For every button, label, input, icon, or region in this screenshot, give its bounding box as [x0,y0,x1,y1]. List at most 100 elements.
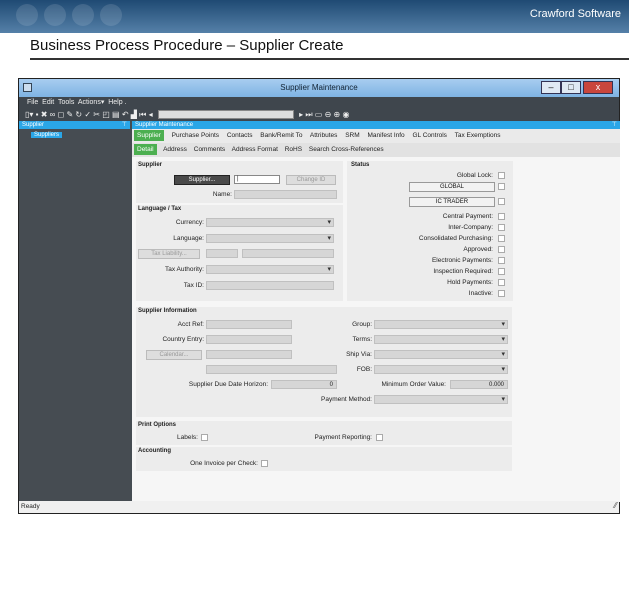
acct-ref-field[interactable] [206,320,292,329]
global-checkbox[interactable] [498,183,505,190]
country-entry-field[interactable] [206,335,292,344]
prev-record-icon[interactable]: ◂ [149,110,153,119]
tab-detail[interactable]: Detail [134,144,157,155]
pin-icon[interactable]: ⊤ [612,121,617,129]
tax-liability-code[interactable] [206,249,238,258]
approved-checkbox[interactable] [498,246,505,253]
one-invoice-checkbox[interactable] [261,460,268,467]
payment-reporting-label: Payment Reporting: [314,434,372,441]
last-record-icon[interactable]: ⏭ [305,110,312,119]
ship-via-dropdown[interactable] [374,350,508,359]
labels-checkbox[interactable] [201,434,208,441]
due-horizon-label: Supplier Due Date Horizon: [188,381,268,388]
consolidated-purchasing-label: Consolidated Purchasing: [418,235,493,242]
menu-help[interactable]: Help . [108,99,126,106]
group-label: Group: [352,321,372,328]
inspection-required-label: Inspection Required: [433,268,493,275]
min-order-field[interactable]: 0.000 [450,380,508,389]
tax-liability-desc[interactable] [242,249,334,258]
tab-contacts[interactable]: Contacts [227,132,253,139]
tab-supplier[interactable]: Supplier [134,130,164,141]
ic-trader-checkbox[interactable] [498,198,505,205]
status-text: Ready [21,503,40,510]
consolidated-purchasing-checkbox[interactable] [498,235,505,242]
resize-grip-icon[interactable]: ⁄⁄ [614,500,617,512]
attachment-icon[interactable]: ▭ [315,110,323,119]
tab-srm[interactable]: SRM [345,132,359,139]
tab-comments[interactable]: Comments [194,146,225,153]
copy-icon[interactable]: ◰ [102,110,110,119]
edit-icon[interactable]: ✎ [66,110,73,119]
record-navigator-combo[interactable] [157,110,294,120]
save-icon[interactable]: ▪ [36,110,39,119]
tax-authority-dropdown[interactable] [206,265,334,274]
tab-search-cross-references[interactable]: Search Cross-References [309,146,384,153]
tab-address-format[interactable]: Address Format [232,146,278,153]
pin-icon[interactable]: ⊤ [122,121,127,129]
new-icon[interactable]: ▯▾ [25,110,33,119]
group-dropdown[interactable] [374,320,508,329]
next-record-icon[interactable]: ▸ [299,110,303,119]
payment-reporting-checkbox[interactable] [376,434,383,441]
supplier-information-group: Supplier Information Acct Ref: Country E… [136,307,512,417]
name-field[interactable] [234,190,337,199]
tab-bank-remit[interactable]: Bank/Remit To [260,132,302,139]
first-record-icon[interactable]: ⏮ [139,110,146,119]
check-icon[interactable]: ✓ [84,110,91,119]
electronic-payments-checkbox[interactable] [498,257,505,264]
inter-company-checkbox[interactable] [498,224,505,231]
currency-dropdown[interactable] [206,218,334,227]
cut-icon[interactable]: ✂ [93,110,100,119]
fob-dropdown[interactable] [374,365,508,374]
menu-file[interactable]: File [27,99,38,106]
help-icon[interactable]: ◉ [342,110,349,119]
terms-dropdown[interactable] [374,335,508,344]
payment-method-dropdown[interactable] [374,395,508,404]
inactive-checkbox[interactable] [498,290,505,297]
supplier-id-input[interactable]: | [234,175,280,184]
tax-id-field[interactable] [206,281,334,290]
name-label: Name: [212,191,232,198]
tab-address[interactable]: Address [163,146,187,153]
tax-liability-button[interactable]: Tax Liability... [138,249,200,259]
search-icon[interactable]: ▟ [131,110,137,119]
ic-trader-button[interactable]: IC TRADER [409,197,495,207]
supplier-lookup-button[interactable]: Supplier... [174,175,230,185]
binoculars-icon[interactable]: ∞ [50,110,56,119]
language-dropdown[interactable] [206,234,334,243]
global-button[interactable]: GLOBAL [409,182,495,192]
hold-payments-checkbox[interactable] [498,279,505,286]
calendar-description[interactable] [206,365,337,374]
tab-rohs[interactable]: RoHS [285,146,302,153]
inspection-required-checkbox[interactable] [498,268,505,275]
tab-purchase-points[interactable]: Purchase Points [172,132,219,139]
minimize-button[interactable]: – [541,81,561,94]
paste-icon[interactable]: ▤ [112,110,120,119]
tax-id-label: Tax ID: [183,282,204,289]
clear-icon[interactable]: ◻ [58,110,65,119]
refresh-icon[interactable]: ↻ [75,110,82,119]
tab-gl-controls[interactable]: GL Controls [412,132,446,139]
restore-button[interactable]: □ [561,81,581,94]
back-icon[interactable]: ⊖ [325,110,332,119]
change-id-button[interactable]: Change ID [286,175,336,185]
one-invoice-label: One Invoice per Check: [190,460,258,467]
menu-edit[interactable]: Edit [42,99,54,106]
tax-authority-label: Tax Authority: [164,266,204,273]
tab-tax-exemptions[interactable]: Tax Exemptions [455,132,501,139]
tab-attributes[interactable]: Attributes [310,132,337,139]
due-horizon-field[interactable]: 0 [271,380,337,389]
tab-manifest-info[interactable]: Manifest Info [367,132,404,139]
labels-label: Labels: [177,434,198,441]
central-payment-checkbox[interactable] [498,213,505,220]
forward-icon[interactable]: ⊕ [334,110,341,119]
close-button[interactable]: x [583,81,613,94]
delete-icon[interactable]: ✖ [41,110,48,119]
calendar-field[interactable] [206,350,292,359]
undo-icon[interactable]: ↶ [122,110,129,119]
tree-item-suppliers[interactable]: Suppliers [31,132,63,138]
menu-tools[interactable]: Tools [58,99,74,106]
calendar-button[interactable]: Calendar... [146,350,202,360]
global-lock-checkbox[interactable] [498,172,505,179]
menu-actions[interactable]: Actions▾ [78,99,104,106]
